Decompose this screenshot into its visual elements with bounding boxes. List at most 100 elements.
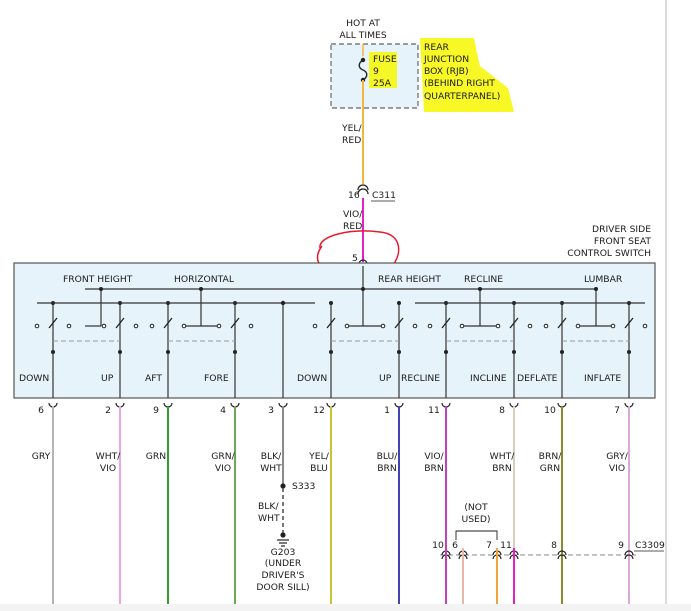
ground-name: G203 (271, 547, 296, 558)
switch-group-2-right-contact-b (248, 323, 254, 329)
dir-label-aft: AFT (145, 373, 162, 384)
pin-11-number: 11 (428, 405, 440, 416)
switch-group-4-left-junction (444, 350, 448, 354)
switch-group-1-left-contact-b (66, 323, 72, 329)
not-used-2: USED) (461, 514, 490, 525)
pin-3-number: 3 (268, 405, 274, 416)
bottom-strip (0, 604, 691, 611)
switch-group-2-left-contact-a (149, 323, 155, 329)
pin-8-wire-color-1: WHT/ (490, 451, 516, 462)
pin-11-wire-color-2: BRN (424, 463, 444, 474)
switch-group-3-right-node (397, 301, 401, 305)
switch-group-4-left-contact-a (427, 323, 433, 329)
switch-title-3: CONTROL SWITCH (567, 248, 651, 259)
switch-group-1-right-junction (118, 350, 122, 354)
ground-node (280, 300, 286, 306)
switch-title-2: FRONT SEAT (594, 236, 652, 247)
dir-label-rear-down: DOWN (297, 373, 327, 384)
pin-10-wire-color-2: GRN (540, 463, 560, 474)
ground-terminal (280, 532, 286, 538)
pin-8-number: 8 (499, 405, 505, 416)
c3309-pin-8-number: 8 (551, 540, 557, 551)
switch-group-4-left-contact-b (459, 323, 465, 329)
switch-group-3-left-contact-a (312, 323, 318, 329)
switch-group-2-bus-node (199, 287, 203, 291)
dir-label-inflate: INFLATE (584, 373, 621, 384)
switch-group-5-left-contact-a (543, 323, 549, 329)
not-used-1: (NOT (464, 502, 488, 513)
switch-group-3-right-contact-b (412, 323, 418, 329)
group-label-recline: RECLINE (464, 274, 503, 285)
c3309-pin-11-number: 11 (500, 540, 512, 551)
dir-label-fore: FORE (204, 373, 229, 384)
pin-4-number: 4 (220, 405, 226, 416)
dir-label-incline: INCLINE (470, 373, 507, 384)
pin-10-wire-color-1: BRN/ (539, 451, 563, 462)
not-used-bracket (455, 530, 498, 540)
pin-10-number: 10 (544, 405, 556, 416)
switch-group-5-right-junction (627, 350, 631, 354)
pin-1-number: 1 (384, 405, 390, 416)
ground-wire-color-1: BLK/ (258, 501, 279, 512)
splice-s333-dot (280, 483, 286, 489)
dir-label-front-up: UP (101, 373, 114, 384)
switch-group-5-bus-node (594, 287, 598, 291)
pin-2-wire-color-1: WHT/ (96, 451, 122, 462)
dir-label-front-down: DOWN (19, 373, 49, 384)
hot-at-label: HOT AT (346, 18, 380, 29)
switch-group-1-left-contact-a (34, 323, 40, 329)
fuse-label: FUSE (373, 54, 397, 65)
c3309-pin-6-number: 6 (452, 540, 458, 551)
pin-12-wire-color-1: YEL/ (308, 451, 330, 462)
dir-label-rear-up: UP (379, 373, 392, 384)
switch-group-2-left-contact-b (181, 323, 187, 329)
switch-pin-5: 5 (352, 253, 358, 264)
switch-group-5-right-contact-b (642, 323, 648, 329)
c311-pin: 16 (348, 190, 360, 201)
switch-group-5-left-junction (560, 350, 564, 354)
rjb-line-5: QUARTERPANEL) (424, 91, 500, 102)
all-times-label: ALL TIMES (339, 30, 386, 41)
rjb-line-2: JUNCTION (423, 54, 469, 65)
pin-3-wire-color-2: WHT (260, 463, 282, 474)
switch-group-2-right-contact-a (216, 323, 222, 329)
pin-9-wire-color-1: GRN (146, 451, 166, 462)
group-label-lumbar: LUMBAR (584, 274, 623, 285)
c3309-pin-9-number: 9 (618, 540, 624, 551)
rjb-line-1: REAR (424, 42, 449, 53)
switch-group-3-left-contact-b (344, 323, 350, 329)
pin-2-number: 2 (105, 405, 111, 416)
switch-group-1-right-contact-b (133, 323, 139, 329)
feed-wire-color-1: YEL/ (341, 123, 363, 134)
switch-wire-color-1: VIO/ (343, 209, 363, 220)
dir-label-deflate: DEFLATE (517, 373, 558, 384)
switch-title-1: DRIVER SIDE (592, 224, 651, 235)
pin-9-number: 9 (153, 405, 159, 416)
group-label-front-height: FRONT HEIGHT (63, 274, 133, 285)
switch-group-5-right-contact-a (610, 323, 616, 329)
pin-1-wire-color-1: BLU/ (377, 451, 399, 462)
rjb-line-4: (BEHIND RIGHT (424, 78, 495, 89)
wiring-diagram: HOT AT ALL TIMES FUSE 9 25A REAR JUNCTIO… (0, 0, 691, 611)
ground-location-1: (UNDER (265, 558, 302, 569)
switch-group-4-right-contact-a (495, 323, 501, 329)
group-label-horizontal: HORIZONTAL (174, 274, 235, 285)
c3309-pin-7-number: 7 (486, 540, 492, 551)
pin-4-wire-color-1: GRN/ (211, 451, 235, 462)
switch-group-3-left-node (329, 301, 333, 305)
switch-group-1-right-contact-a (101, 323, 107, 329)
c311-name: C311 (372, 190, 396, 201)
switch-group-3-right-contact-a (380, 323, 386, 329)
pin-8-wire-color-2: BRN (492, 463, 512, 474)
splice-s333: S333 (292, 481, 316, 492)
switch-group-2-left-junction (166, 350, 170, 354)
pin-2-wire-color-2: VIO (100, 463, 116, 474)
switch-group-5-left-contact-b (575, 323, 581, 329)
pin-4-wire-color-2: VIO (215, 463, 231, 474)
pin-3-wire-color-1: BLK/ (261, 451, 282, 462)
switch-group-4-right-contact-b (527, 323, 533, 329)
switch-group-1-bus-node (99, 287, 103, 291)
fuse-number: 9 (373, 66, 379, 77)
pin-7-wire-color-2: VIO (609, 463, 625, 474)
pin-7-wire-color-1: GRY/ (606, 451, 629, 462)
